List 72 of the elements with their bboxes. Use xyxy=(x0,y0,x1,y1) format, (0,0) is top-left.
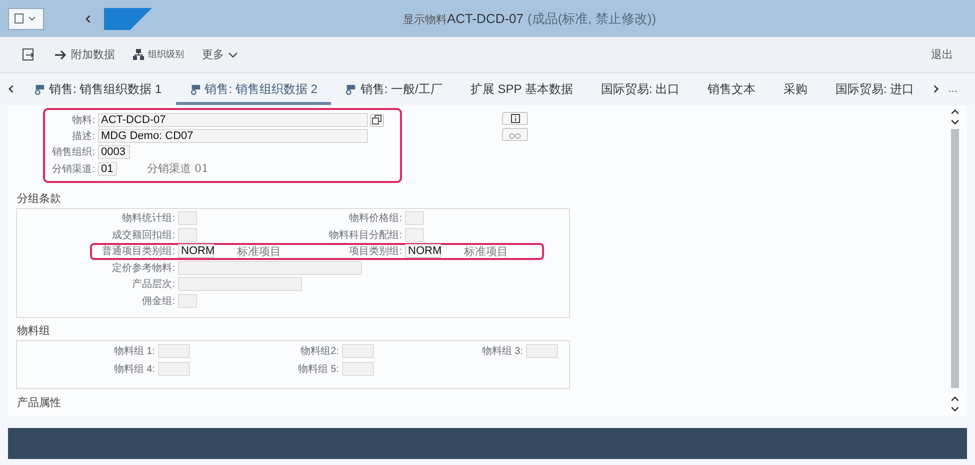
scroll-up-icon[interactable] xyxy=(950,107,960,117)
chevron-right-icon[interactable] xyxy=(931,84,942,94)
field-label: 成交额回扣组: xyxy=(111,228,175,242)
copy-button[interactable] xyxy=(370,114,384,126)
field-label: 物料组 5: xyxy=(298,362,339,376)
input-field[interactable] xyxy=(178,260,362,275)
section-title: 产品属性 xyxy=(17,396,62,410)
input-field[interactable]: NORM xyxy=(405,244,441,258)
field-description: 分销渠道 01 xyxy=(147,161,208,176)
input-field[interactable]: MDG Demo: CD07 xyxy=(98,129,368,143)
field-label: 物料组 3: xyxy=(482,344,523,358)
display-icon xyxy=(22,48,36,62)
toolbar-button[interactable]: 组织级别 xyxy=(131,46,186,63)
input-field[interactable] xyxy=(405,228,424,242)
field-label: 物料价格组: xyxy=(348,212,402,226)
field-label: 项目类别组: xyxy=(348,244,402,258)
field-label: 描述: xyxy=(71,130,95,143)
field-label: 销售组织: xyxy=(51,146,95,159)
field-label: 产品层次: xyxy=(131,278,175,292)
tab[interactable]: 国际贸易: 出口 xyxy=(586,73,694,105)
info-icon xyxy=(510,114,520,123)
copy-icon xyxy=(372,115,382,125)
tab[interactable]: 扩展 SPP 基本数据 xyxy=(456,73,587,105)
input-field[interactable] xyxy=(342,362,374,376)
input-field[interactable] xyxy=(158,362,190,376)
field-label: 佣金组: xyxy=(141,294,175,308)
scroll-down-icon[interactable] xyxy=(950,404,960,414)
section-title: 物料组 xyxy=(17,324,51,338)
menu-button[interactable] xyxy=(8,8,44,30)
field-description: 标准项目 xyxy=(237,244,281,259)
more-tabs[interactable]: ... xyxy=(944,73,958,105)
field-label: 物料组 1: xyxy=(114,344,155,358)
input-field[interactable]: 01 xyxy=(98,162,117,176)
window-title: 显示物料ACT-DCD-07 (成品(标准, 禁止修改)) xyxy=(402,10,658,28)
tab[interactable]: 销售: 销售组织数据 1 xyxy=(20,73,176,105)
input-field[interactable] xyxy=(158,344,190,358)
input-field[interactable]: ACT-DCD-07 xyxy=(98,113,368,127)
scrollbar[interactable] xyxy=(943,105,967,416)
input-field[interactable]: NORM xyxy=(178,244,214,258)
glasses-icon xyxy=(509,130,521,138)
info-button[interactable] xyxy=(502,112,528,125)
input-field[interactable] xyxy=(178,294,197,308)
tab[interactable]: 销售文本 xyxy=(694,73,770,105)
tab[interactable]: 销售: 一般/工厂 xyxy=(331,73,456,105)
tab[interactable]: 国际贸易: 进口 xyxy=(822,73,928,105)
input-field[interactable]: 0003 xyxy=(98,145,130,159)
input-field[interactable] xyxy=(405,211,424,226)
tab[interactable]: 采购 xyxy=(770,73,822,105)
input-field[interactable] xyxy=(178,228,197,242)
arrow-icon xyxy=(54,50,67,60)
scroll-up-icon[interactable] xyxy=(950,394,960,404)
scroll-down-icon[interactable] xyxy=(950,117,960,127)
field-label: 物料科目分配组: xyxy=(328,228,402,242)
field-label: 物料: xyxy=(71,114,95,127)
field-label: 物料组 4: xyxy=(114,362,155,376)
field-label: 定价参考物料: xyxy=(111,262,175,275)
more-button[interactable]: 更多 xyxy=(200,45,240,64)
field-label: 普通项目类别组: xyxy=(101,244,175,258)
input-field[interactable] xyxy=(178,277,302,292)
input-field[interactable] xyxy=(178,211,197,226)
chevron-down-icon xyxy=(228,50,238,58)
sap-logo-icon xyxy=(104,8,152,30)
exit-button[interactable]: 退出 xyxy=(929,45,955,64)
input-field[interactable] xyxy=(342,344,374,358)
field-description: 标准项目 xyxy=(464,244,508,259)
field-label: 物料组2: xyxy=(300,344,339,358)
section-title: 分组条款 xyxy=(17,192,62,206)
input-field[interactable] xyxy=(526,344,558,358)
toolbar-button[interactable]: 附加数据 xyxy=(52,45,117,64)
field-label: 分销渠道: xyxy=(51,162,95,176)
field-label: 物料统计组: xyxy=(121,212,175,226)
hierarchy-icon xyxy=(133,49,144,60)
